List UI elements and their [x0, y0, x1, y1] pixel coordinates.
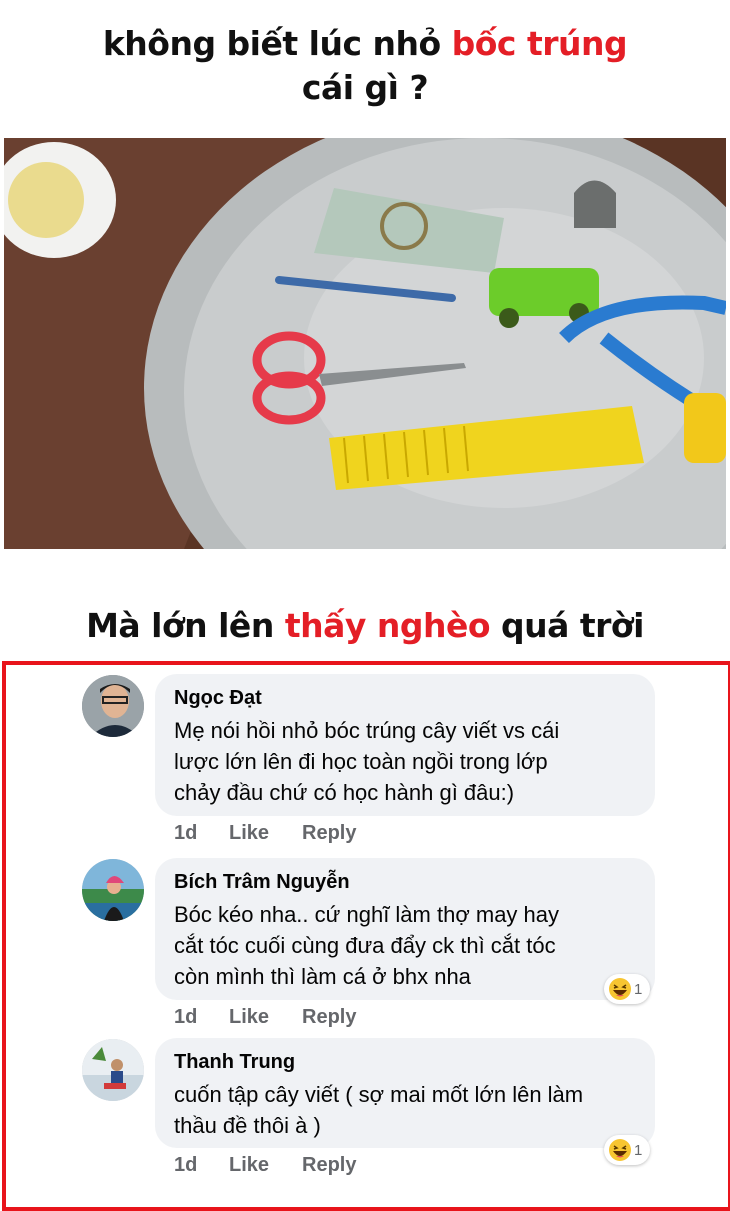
comment-time[interactable]: 1d — [174, 822, 229, 845]
top-title-black-text: không biết lúc nhỏ — [102, 24, 452, 63]
comment-line: cuốn tập cây viết ( sợ mai mốt lớn lên l… — [174, 1082, 584, 1107]
comment-actions: 1d Like Reply — [174, 1154, 356, 1177]
comment-actions: 1d Like Reply — [174, 1006, 356, 1029]
top-title-line2: cái gì ? — [301, 68, 429, 107]
like-button[interactable]: Like — [229, 1154, 302, 1177]
comment-time[interactable]: 1d — [174, 1154, 229, 1177]
comment-actions: 1d Like Reply — [174, 822, 356, 845]
like-button[interactable]: Like — [229, 822, 302, 845]
top-title-red-text: bốc trúng — [451, 24, 628, 63]
comment-bubble: Ngọc Đạt Mẹ nói hồi nhỏ bóc trúng cây vi… — [155, 674, 655, 816]
comment-line: thầu đề thôi à ) — [174, 1113, 321, 1138]
comment-text: cuốn tập cây viết ( sợ mai mốt lớn lên l… — [174, 1079, 637, 1141]
haha-emoji-icon — [609, 1139, 631, 1161]
bottom-title-text-1: Mà lớn lên — [86, 606, 285, 645]
reaction-count: 1 — [634, 1141, 643, 1159]
reaction-count: 1 — [634, 980, 643, 998]
reaction-badge[interactable]: 1 — [604, 974, 651, 1004]
comment-line: còn mình thì làm cá ở bhx nha — [174, 964, 471, 989]
comment-author[interactable]: Bích Trâm Nguyễn — [174, 869, 637, 895]
avatar-photo — [82, 1039, 144, 1101]
haha-emoji-icon — [609, 978, 631, 1000]
top-title: không biết lúc nhỏ bốc trúng cái gì ? — [0, 22, 730, 110]
comment-line: Bóc kéo nha.. cứ nghĩ làm thợ may hay — [174, 902, 560, 927]
comment-text: Mẹ nói hồi nhỏ bóc trúng cây viết vs cái… — [174, 715, 637, 808]
comment-time[interactable]: 1d — [174, 1006, 229, 1029]
comment-bubble: Thanh Trung cuốn tập cây viết ( sợ mai m… — [155, 1038, 655, 1148]
comment-text: Bóc kéo nha.. cứ nghĩ làm thợ may hay cắ… — [174, 899, 637, 992]
avatar[interactable] — [82, 675, 144, 737]
comment-bubble: Bích Trâm Nguyễn Bóc kéo nha.. cứ nghĩ l… — [155, 858, 655, 1000]
comment-line: Mẹ nói hồi nhỏ bóc trúng cây viết vs cái — [174, 718, 560, 743]
reply-button[interactable]: Reply — [302, 1006, 356, 1029]
comment-line: lược lớn lên đi học toàn ngồi trong lớp — [174, 749, 548, 774]
bottom-title: Mà lớn lên thấy nghèo quá trời — [0, 604, 730, 648]
reaction-badge[interactable]: 1 — [604, 1135, 651, 1165]
avatar-photo — [82, 859, 144, 921]
avatar[interactable] — [82, 1039, 144, 1101]
comments-highlight-box: Ngọc Đạt Mẹ nói hồi nhỏ bóc trúng cây vi… — [2, 661, 730, 1211]
comment-line: cắt tóc cuối cùng đưa đẩy ck thì cắt tóc — [174, 933, 556, 958]
like-button[interactable]: Like — [229, 1006, 302, 1029]
avatar[interactable] — [82, 859, 144, 921]
bottom-title-red-text: thấy nghèo — [284, 606, 491, 645]
comment-author[interactable]: Thanh Trung — [174, 1049, 637, 1075]
top-title-line1: không biết lúc nhỏ bốc trúng — [0, 22, 730, 66]
comment-line: chảy đầu chứ có học hành gì đâu:) — [174, 780, 515, 805]
comment-author[interactable]: Ngọc Đạt — [174, 685, 637, 711]
avatar-photo — [82, 675, 144, 737]
reply-button[interactable]: Reply — [302, 1154, 356, 1177]
tray-photo — [4, 138, 726, 549]
reply-button[interactable]: Reply — [302, 822, 356, 845]
bottom-title-text-2: quá trời — [490, 606, 644, 645]
tray-illustration — [4, 138, 726, 549]
